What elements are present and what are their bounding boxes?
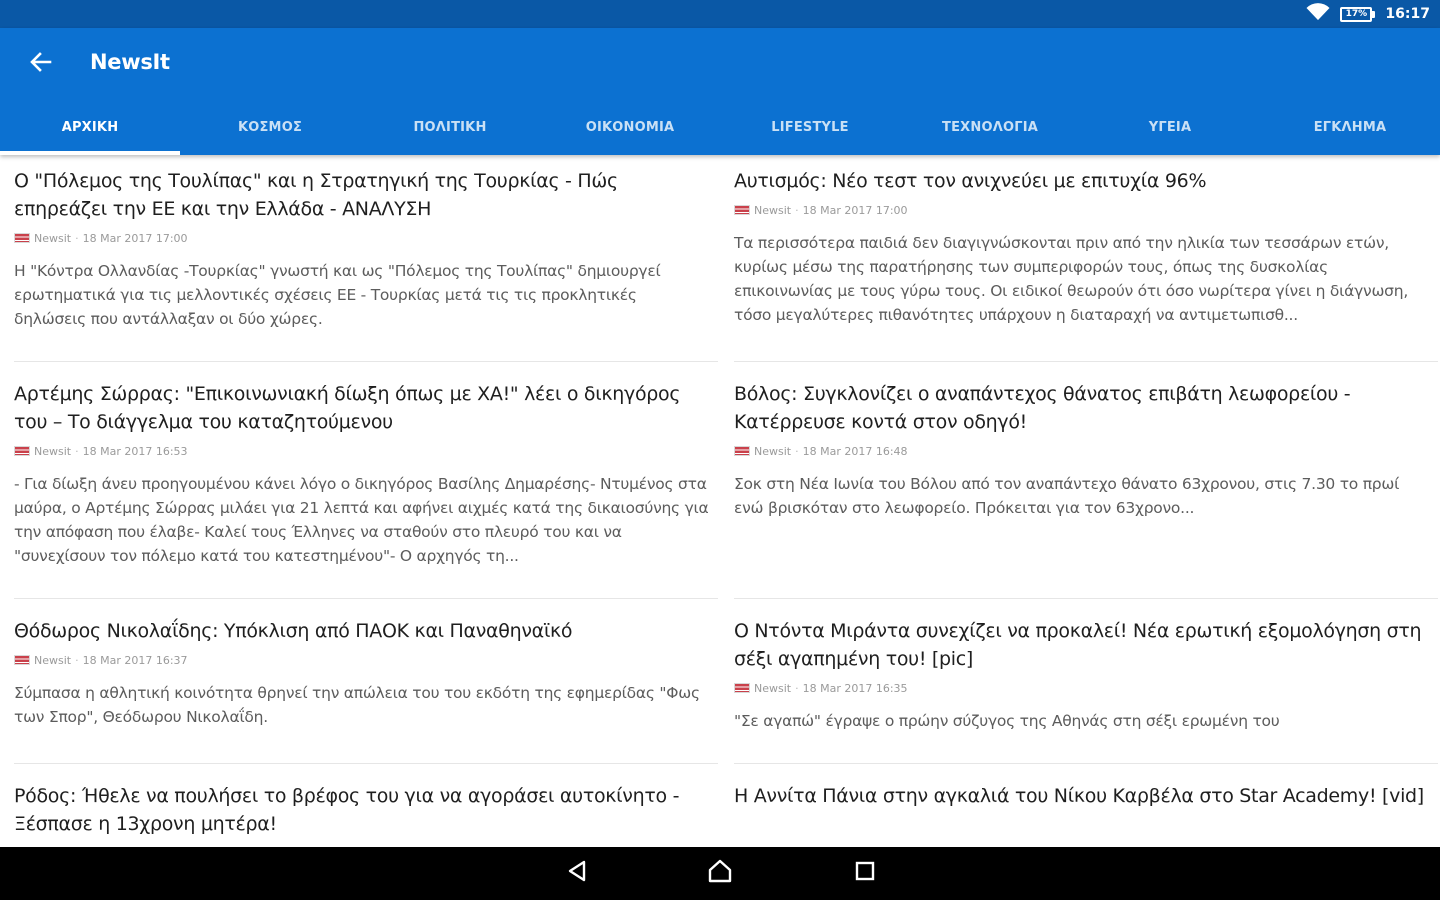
article-title: Η Αννίτα Πάνια στην αγκαλιά του Νίκου Κα… [734, 785, 1424, 807]
article-title: Ρόδος: Ήθελε να πουλήσει το βρέφος του γ… [14, 785, 680, 835]
divider [734, 598, 1438, 599]
status-icons: 17% 16:17 [1306, 3, 1430, 25]
article-date: 18 Mar 2017 16:53 [82, 444, 188, 458]
article-title: Αρτέμης Σώρρας: "Επικοινωνιακή δίωξη όπω… [14, 383, 681, 433]
article-title: Ο Ντόντα Μιράντα συνεχίζει να προκαλεί! … [734, 620, 1422, 670]
app-title: NewsIt [90, 50, 170, 74]
article-source: Newsit [34, 444, 72, 458]
tab-bar: ΑΡΧΙΚΗ ΚΟΣΜΟΣ ΠΟΛΙΤΙΚΗ ΟΙΚΟΝΟΜΙΑ LIFESTY… [0, 100, 1440, 155]
article-excerpt: Τα περισσότερα παιδιά δεν διαγιγνώσκοντα… [734, 234, 1409, 324]
article-excerpt: Η "Κόντρα Ολλανδίας -Τουρκίας" γνωστή κα… [14, 262, 661, 328]
system-nav-bar [0, 847, 1440, 900]
divider [734, 763, 1438, 764]
article-card[interactable]: Αυτισμός: Νέο τεστ τον ανιχνεύει με επιτ… [734, 167, 1429, 327]
battery-icon: 17% [1340, 6, 1376, 22]
tab-politics[interactable]: ΠΟΛΙΤΙΚΗ [360, 100, 540, 155]
tab-world[interactable]: ΚΟΣΜΟΣ [180, 100, 360, 155]
arrow-left-icon [30, 52, 52, 76]
article-date: 18 Mar 2017 16:35 [802, 681, 908, 695]
article-excerpt: - Για δίωξη άνευ προηγουμένου κάνει λόγο… [14, 475, 709, 565]
article-title: Ο "Πόλεμος της Τουλίπας" και η Στρατηγικ… [14, 170, 618, 220]
article-source: Newsit [34, 231, 72, 245]
article-source: Newsit [754, 681, 792, 695]
nav-back-button[interactable] [552, 855, 602, 891]
article-meta: Newsit · 18 Mar 2017 16:35 [734, 681, 1429, 695]
wifi-icon [1306, 3, 1330, 25]
article-excerpt: Σοκ στη Νέα Ιωνία του Βόλου από τον αναπ… [734, 475, 1400, 517]
article-date: 18 Mar 2017 16:48 [802, 444, 908, 458]
source-logo-icon [14, 233, 30, 243]
article-card[interactable]: Η Αννίτα Πάνια στην αγκαλιά του Νίκου Κα… [734, 782, 1429, 810]
article-excerpt: "Σε αγαπώ" έγραψε ο πρώην σύζυγος της Αθ… [734, 712, 1280, 730]
article-title: Βόλος: Συγκλονίζει ο αναπάντεχος θάνατος… [734, 383, 1351, 433]
tab-lifestyle[interactable]: LIFESTYLE [720, 100, 900, 155]
news-feed: Ο "Πόλεμος της Τουλίπας" και η Στρατηγικ… [0, 155, 1440, 847]
article-source: Newsit [754, 203, 792, 217]
article-card[interactable]: Ρόδος: Ήθελε να πουλήσει το βρέφος του γ… [14, 782, 709, 838]
article-excerpt: Σύμπασα η αθλητική κοινότητα θρηνεί την … [14, 684, 700, 726]
source-logo-icon [14, 446, 30, 456]
tab-technology[interactable]: ΤΕΧΝΟΛΟΓΙΑ [900, 100, 1080, 155]
article-meta: Newsit · 18 Mar 2017 16:37 [14, 653, 709, 667]
divider [14, 763, 718, 764]
source-logo-icon [734, 205, 750, 215]
tab-economy[interactable]: ΟΙΚΟΝΟΜΙΑ [540, 100, 720, 155]
tab-home[interactable]: ΑΡΧΙΚΗ [0, 100, 180, 155]
clock: 16:17 [1385, 6, 1430, 22]
article-meta: Newsit · 18 Mar 2017 16:48 [734, 444, 1429, 458]
tab-crime[interactable]: ΕΓΚΛΗΜΑ [1260, 100, 1440, 155]
article-title: Αυτισμός: Νέο τεστ τον ανιχνεύει με επιτ… [734, 170, 1207, 192]
source-logo-icon [14, 655, 30, 665]
back-button[interactable] [22, 46, 60, 82]
article-card[interactable]: Θόδωρος Νικολαΐδης: Υπόκλιση από ΠΑΟΚ κα… [14, 617, 709, 729]
article-source: Newsit [34, 653, 72, 667]
square-recents-icon [854, 860, 876, 886]
article-card[interactable]: Ο "Πόλεμος της Τουλίπας" και η Στρατηγικ… [14, 167, 709, 331]
nav-home-button[interactable] [695, 855, 745, 891]
article-card[interactable]: Αρτέμης Σώρρας: "Επικοινωνιακή δίωξη όπω… [14, 380, 709, 568]
article-card[interactable]: Ο Ντόντα Μιράντα συνεχίζει να προκαλεί! … [734, 617, 1429, 733]
article-title: Θόδωρος Νικολαΐδης: Υπόκλιση από ΠΑΟΚ κα… [14, 620, 573, 642]
divider [734, 361, 1438, 362]
triangle-back-icon [566, 860, 588, 886]
article-date: 18 Mar 2017 16:37 [82, 653, 188, 667]
article-meta: Newsit · 18 Mar 2017 17:00 [734, 203, 1429, 217]
source-logo-icon [734, 683, 750, 693]
article-card[interactable]: Βόλος: Συγκλονίζει ο αναπάντεχος θάνατος… [734, 380, 1429, 520]
article-date: 18 Mar 2017 17:00 [82, 231, 188, 245]
app-bar: NewsIt ΑΡΧΙΚΗ ΚΟΣΜΟΣ ΠΟΛΙΤΙΚΗ ΟΙΚΟΝΟΜΙΑ … [0, 28, 1440, 155]
divider [14, 361, 718, 362]
home-icon [707, 859, 733, 887]
article-source: Newsit [754, 444, 792, 458]
divider [14, 598, 718, 599]
battery-level: 17% [1340, 6, 1373, 22]
article-meta: Newsit · 18 Mar 2017 16:53 [14, 444, 709, 458]
article-meta: Newsit · 18 Mar 2017 17:00 [14, 231, 709, 245]
source-logo-icon [734, 446, 750, 456]
article-date: 18 Mar 2017 17:00 [802, 203, 908, 217]
status-bar: 17% 16:17 [0, 0, 1440, 28]
tab-health[interactable]: ΥΓΕΙΑ [1080, 100, 1260, 155]
nav-recents-button[interactable] [840, 855, 890, 891]
